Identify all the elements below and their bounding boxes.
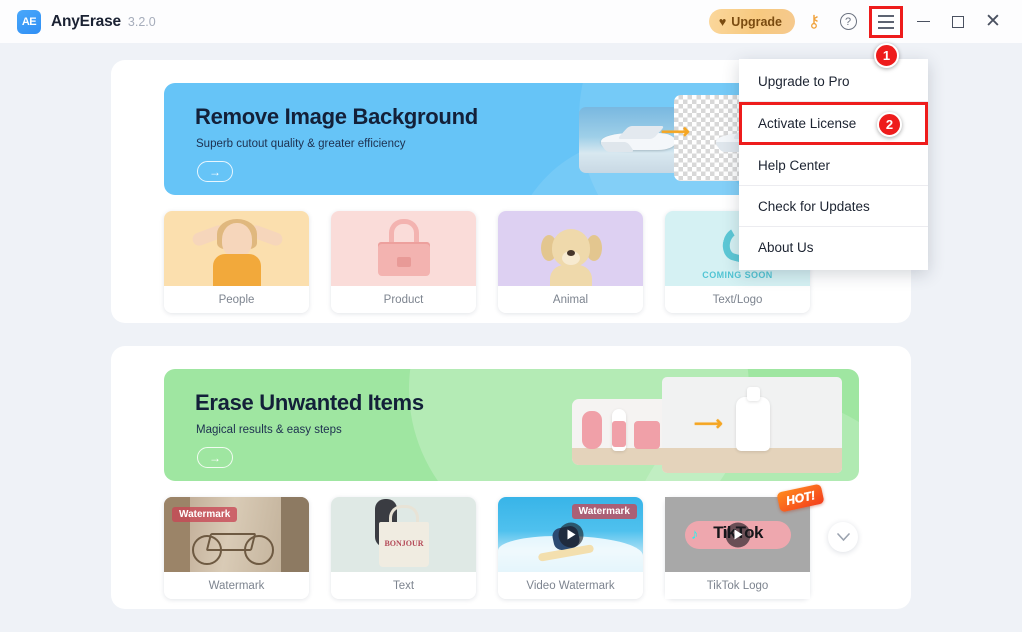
thumb-video-watermark-image: Watermark [498, 497, 643, 572]
annotation-badge-1: 1 [874, 43, 899, 68]
menu-item-label: Help Center [758, 157, 831, 173]
help-button[interactable]: ? [833, 7, 863, 37]
watermark-tag: Watermark [571, 504, 637, 519]
banner-cta-button[interactable]: → [197, 161, 233, 182]
banner-cta-button[interactable]: → [197, 447, 233, 468]
maximize-button[interactable] [943, 7, 973, 37]
menu-item-upgrade-to-pro[interactable]: Upgrade to Pro [739, 61, 928, 102]
hot-badge: HOT! [776, 483, 825, 513]
menu-item-help-center[interactable]: Help Center [739, 145, 928, 186]
titlebar: AE AnyErase 3.2.0 ♥ Upgrade ⚷ ? ✕ [0, 0, 1022, 43]
app-dropdown-menu: Upgrade to Pro Activate License Help Cen… [739, 59, 928, 270]
menu-item-label: Activate License [758, 116, 857, 131]
thumb-video-watermark-label: Video Watermark [498, 572, 643, 599]
menu-item-about-us[interactable]: About Us [739, 227, 928, 268]
scroll-down-button[interactable] [828, 522, 858, 552]
menu-item-check-for-updates[interactable]: Check for Updates [739, 186, 928, 227]
thumb-text-image: BONJOUR [331, 497, 476, 572]
coming-soon-label: COMING SOON [702, 270, 773, 280]
thumb-people[interactable]: People [164, 211, 309, 313]
thumb-watermark[interactable]: Watermark Watermark [164, 497, 309, 599]
thumb-video-watermark[interactable]: Watermark Video Watermark [498, 497, 643, 599]
menu-item-label: Check for Updates [758, 198, 870, 214]
thumb-animal[interactable]: Animal [498, 211, 643, 313]
maximize-icon [952, 15, 964, 28]
thumb-animal-image [498, 211, 643, 286]
arrow-icon: ⟶ [694, 413, 723, 435]
tote-text-label: BONJOUR [384, 539, 424, 548]
titlebar-controls: ♥ Upgrade ⚷ ? ✕ [708, 0, 1022, 43]
hamburger-menu-button[interactable] [869, 5, 903, 38]
app-version: 3.2.0 [127, 14, 156, 29]
music-note-icon: ♪ [691, 526, 699, 543]
close-button[interactable]: ✕ [978, 7, 1008, 37]
thumb-product[interactable]: Product [331, 211, 476, 313]
play-button-icon[interactable] [725, 522, 750, 547]
banner-artwork-cosmetics: ⟶ [572, 377, 859, 473]
arrow-icon: ⟶ [661, 121, 690, 143]
thumb-product-image [331, 211, 476, 286]
banner-subtitle: Superb cutout quality & greater efficien… [196, 138, 406, 150]
banner-title: Erase Unwanted Items [195, 390, 424, 415]
thumb-text-logo-label: Text/Logo [665, 286, 810, 313]
play-button-icon[interactable] [558, 522, 583, 547]
key-icon: ⚷ [807, 12, 821, 31]
menu-item-label: Upgrade to Pro [758, 73, 850, 89]
thumb-watermark-image: Watermark [164, 497, 309, 572]
hamburger-menu-icon[interactable] [869, 5, 903, 38]
minimize-button[interactable] [908, 7, 938, 37]
thumb-product-label: Product [331, 286, 476, 313]
thumb-tiktok-logo-label: TikTok Logo [665, 572, 810, 599]
section-erase-items: Erase Unwanted Items Magical results & e… [111, 346, 911, 609]
banner-subtitle: Magical results & easy steps [196, 424, 342, 436]
chevron-down-icon [836, 532, 850, 541]
menu-item-label: About Us [758, 240, 814, 255]
thumb-text-label: Text [331, 572, 476, 599]
key-button[interactable]: ⚷ [799, 7, 829, 37]
thumb-text[interactable]: BONJOUR Text [331, 497, 476, 599]
thumb-people-label: People [164, 286, 309, 313]
app-window: AE AnyErase 3.2.0 ♥ Upgrade ⚷ ? ✕ Remove… [0, 0, 1022, 632]
app-brand: AE AnyErase 3.2.0 [17, 9, 156, 34]
thumb-tiktok-logo[interactable]: HOT! TikTok ♪ TikTok Logo [665, 483, 825, 599]
minimize-icon [916, 20, 930, 23]
close-icon: ✕ [985, 11, 1001, 32]
thumb-watermark-label: Watermark [164, 572, 309, 599]
help-circle-icon: ? [839, 13, 857, 30]
banner-title: Remove Image Background [195, 104, 478, 129]
upgrade-button[interactable]: ♥ Upgrade [708, 9, 795, 34]
upgrade-button-label: Upgrade [731, 14, 782, 29]
banner-erase-items[interactable]: Erase Unwanted Items Magical results & e… [164, 369, 859, 481]
watermark-tag: Watermark [172, 507, 238, 522]
thumbnail-row-erase: Watermark Watermark BONJOUR Text Waterma… [164, 483, 859, 599]
after-image-clean [662, 377, 842, 473]
annotation-badge-2: 2 [877, 112, 902, 137]
crown-icon: ♥ [718, 14, 727, 29]
app-logo-icon: AE [17, 9, 41, 34]
thumb-animal-label: Animal [498, 286, 643, 313]
app-name: AnyErase [51, 12, 121, 30]
thumb-people-image [164, 211, 309, 286]
